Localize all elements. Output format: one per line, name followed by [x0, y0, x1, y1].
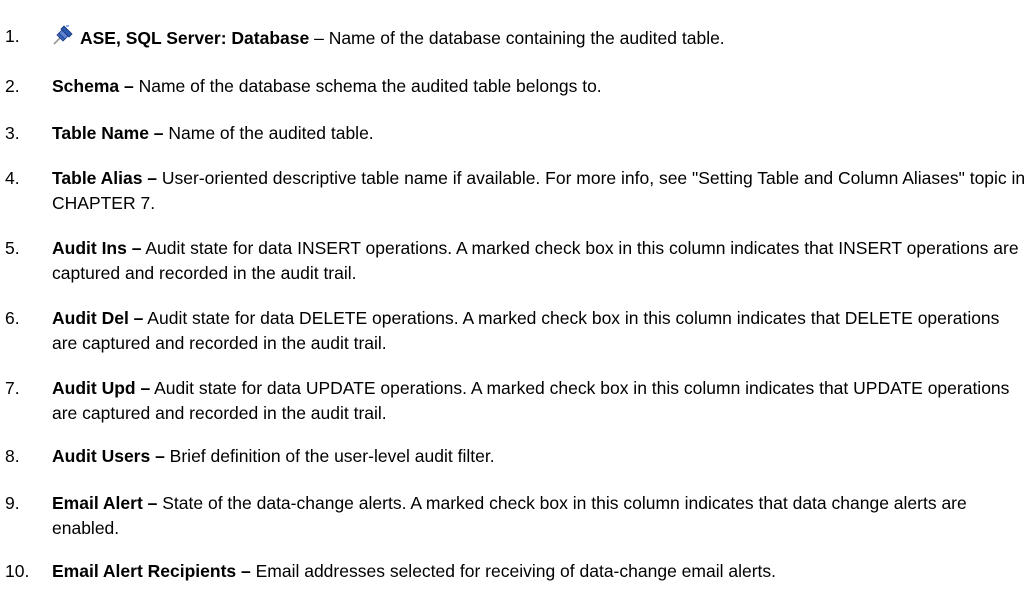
item-term: ASE, SQL Server: Database	[80, 28, 310, 48]
item-description: Audit state for data INSERT operations. …	[52, 238, 1019, 283]
item-number: 6.	[5, 308, 20, 328]
item-body: Email Alert – State of the data-change a…	[52, 491, 1027, 541]
item-term: Schema –	[52, 76, 134, 96]
item-term: Audit Upd –	[52, 378, 151, 398]
item-body: Audit Del – Audit state for data DELETE …	[52, 306, 1027, 356]
item-term: Audit Ins –	[52, 238, 142, 258]
item-number: 8.	[5, 446, 20, 466]
item-term: Email Alert Recipients –	[52, 561, 251, 581]
item-body: Email Alert Recipients – Email addresses…	[52, 559, 1027, 584]
item-number: 9.	[5, 493, 20, 513]
pushpin-icon	[52, 24, 74, 46]
item-description: User-oriented descriptive table name if …	[52, 168, 1026, 213]
item-number: 2.	[5, 76, 20, 96]
item-number: 10.	[5, 561, 30, 581]
item-number: 5.	[5, 238, 20, 258]
item-term: Audit Del –	[52, 308, 144, 328]
item-number: 3.	[5, 123, 20, 143]
item-body: Audit Ins – Audit state for data INSERT …	[52, 236, 1027, 286]
item-term: Table Name –	[52, 123, 164, 143]
item-description: Brief definition of the user-level audit…	[164, 446, 495, 466]
item-description: Name of the audited table.	[163, 123, 374, 143]
item-description: Name of the database schema the audited …	[133, 76, 602, 96]
item-term: Email Alert –	[52, 493, 158, 513]
item-description: Audit state for data UPDATE operations. …	[52, 378, 1010, 423]
item-number: 1.	[5, 26, 20, 46]
numbered-definition-list: 1. ASE, SQL Server: Database – Name of t…	[0, 0, 1029, 602]
item-body: Audit Users – Brief definition of the us…	[52, 444, 1027, 469]
item-description: – Name of the database containing the au…	[309, 28, 725, 48]
item-body: Table Name – Name of the audited table.	[52, 121, 1027, 146]
item-description: Audit state for data DELETE operations. …	[52, 308, 1000, 353]
item-body: Table Alias – User-oriented descriptive …	[52, 166, 1027, 216]
item-body: ASE, SQL Server: Database – Name of the …	[52, 24, 1027, 51]
item-number: 7.	[5, 378, 20, 398]
item-body: Audit Upd – Audit state for data UPDATE …	[52, 376, 1027, 426]
item-number: 4.	[5, 168, 20, 188]
item-term: Audit Users –	[52, 446, 165, 466]
item-term: Table Alias –	[52, 168, 158, 188]
item-description: Email addresses selected for receiving o…	[250, 561, 776, 581]
item-description: State of the data-change alerts. A marke…	[52, 493, 967, 538]
item-body: Schema – Name of the database schema the…	[52, 74, 1027, 99]
